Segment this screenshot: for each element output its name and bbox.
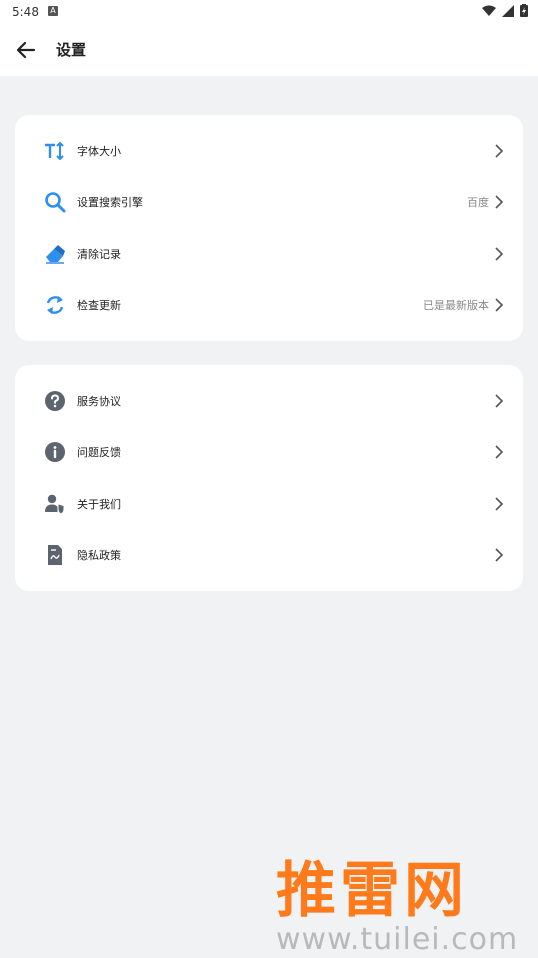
check-update-row[interactable]: 检查更新 已是最新版本	[15, 282, 523, 328]
chevron-right-icon	[495, 298, 504, 312]
chevron-right-icon	[495, 497, 504, 511]
search-engine-label: 设置搜索引擎	[77, 196, 143, 209]
search-icon	[45, 192, 66, 213]
refresh-icon	[46, 296, 64, 314]
chevron-right-icon	[495, 195, 504, 209]
font-size-row[interactable]: 字体大小	[15, 128, 523, 174]
service-agreement-row[interactable]: 服务协议	[15, 378, 523, 424]
privacy-policy-label: 隐私政策	[77, 549, 121, 562]
font-size-label: 字体大小	[77, 145, 121, 158]
back-arrow-icon[interactable]	[14, 38, 38, 62]
info-icon	[45, 442, 65, 462]
battery-icon	[520, 4, 528, 17]
chevron-right-icon	[495, 394, 504, 408]
clear-history-row[interactable]: 清除记录	[15, 231, 523, 277]
notification-a-icon: A	[48, 6, 58, 16]
chevron-right-icon	[495, 144, 504, 158]
service-agreement-label: 服务协议	[77, 395, 121, 408]
watermark-url: www.tuilei.com	[276, 922, 519, 957]
status-time: 5:48	[12, 5, 39, 19]
eraser-icon	[46, 245, 65, 264]
privacy-policy-row[interactable]: 隐私政策	[15, 532, 523, 578]
user-shield-icon	[45, 494, 64, 514]
wifi-icon	[482, 5, 496, 16]
status-icons	[482, 4, 528, 17]
watermark-brand: 推雷网	[276, 856, 468, 926]
feedback-label: 问题反馈	[77, 446, 121, 459]
text-size-icon	[45, 142, 64, 160]
document-icon	[48, 545, 62, 565]
check-update-label: 检查更新	[77, 299, 121, 312]
app-bar: 设置	[0, 24, 538, 76]
chevron-right-icon	[495, 445, 504, 459]
watermark: 推雷网 www.tuilei.com	[270, 842, 538, 958]
about-us-label: 关于我们	[77, 498, 121, 511]
chevron-right-icon	[495, 247, 504, 261]
check-update-value: 已是最新版本	[423, 299, 489, 312]
search-engine-value: 百度	[467, 196, 489, 209]
search-engine-row[interactable]: 设置搜索引擎 百度	[15, 179, 523, 225]
page-title: 设置	[56, 41, 87, 59]
feedback-row[interactable]: 问题反馈	[15, 429, 523, 475]
signal-icon	[502, 4, 514, 17]
settings-group-about: 服务协议 问题反馈 关于我们 隐私政策	[15, 365, 523, 591]
about-us-row[interactable]: 关于我们	[15, 481, 523, 527]
settings-group-general: 字体大小 设置搜索引擎 百度 清除记录 检查更新 已是最新版本	[15, 115, 523, 341]
status-bar: 5:48 A	[0, 0, 538, 24]
clear-history-label: 清除记录	[77, 248, 121, 261]
chevron-right-icon	[495, 548, 504, 562]
help-icon	[45, 391, 65, 411]
